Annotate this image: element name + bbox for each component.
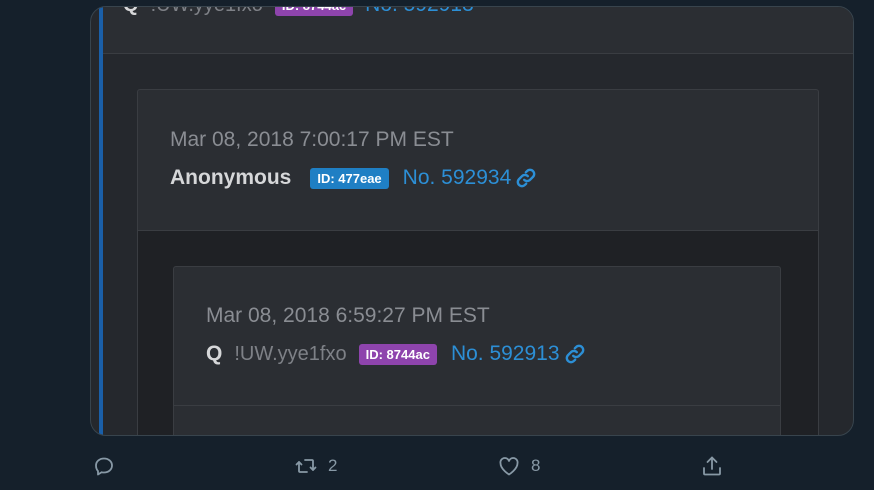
- post-header: Mar 08, 2018 7:00:17 PM EST Anonymous ID…: [138, 90, 818, 231]
- share-icon: [703, 456, 721, 476]
- retweet-button[interactable]: 2: [294, 454, 337, 478]
- post-number: No. 592913: [450, 342, 560, 365]
- like-count: 8: [531, 456, 541, 475]
- share-button[interactable]: [700, 454, 724, 478]
- post-number: No. 592913: [365, 7, 474, 17]
- post-number-link[interactable]: No. 592913: [451, 342, 586, 366]
- post-meta: Anonymous ID: 477eae No. 592934: [170, 166, 537, 190]
- id-badge: ID: 8744ac: [358, 343, 437, 365]
- author-name: Q: [123, 7, 139, 17]
- previous-post-strip: Q !UW.yye1fxo ID: 8744ac No. 592913: [103, 7, 853, 54]
- previous-post-meta: Q !UW.yye1fxo ID: 8744ac No. 592913: [123, 7, 474, 17]
- link-icon: [565, 344, 584, 364]
- tweet-actions: 2 8: [0, 450, 874, 484]
- embedded-card[interactable]: Q !UW.yye1fxo ID: 8744ac No. 592913 Mar …: [90, 6, 854, 436]
- post-number: No. 592934: [402, 166, 512, 189]
- card-accent-bar: [99, 7, 103, 435]
- id-badge: ID: 477eae: [310, 167, 389, 189]
- retweet-icon: [295, 459, 317, 473]
- post-number-link[interactable]: No. 592934: [403, 166, 538, 190]
- link-icon: [516, 168, 536, 188]
- like-button[interactable]: 8: [497, 454, 540, 478]
- post-date: Mar 08, 2018 7:00:17 PM EST: [170, 128, 454, 151]
- author-name: Q: [206, 342, 223, 365]
- author-name: Anonymous: [170, 166, 292, 189]
- id-badge: ID: 8744ac: [274, 7, 354, 16]
- post-body: Mar 08, 2018 6:59:27 PM EST Q !UW.yye1fx…: [138, 231, 818, 435]
- reply-icon: [95, 457, 113, 476]
- post-header: Mar 08, 2018 6:59:27 PM EST Q !UW.yye1fx…: [174, 267, 780, 406]
- like-icon: [499, 457, 519, 476]
- post-date: Mar 08, 2018 6:59:27 PM EST: [206, 304, 490, 327]
- post-anonymous: Mar 08, 2018 7:00:17 PM EST Anonymous ID…: [137, 89, 819, 435]
- post-meta: Q !UW.yye1fxo ID: 8744ac No. 592913: [206, 342, 586, 366]
- post-number-link[interactable]: No. 592913: [365, 7, 474, 17]
- reply-button[interactable]: [92, 454, 126, 478]
- tripcode: !UW.yye1fxo: [151, 7, 263, 17]
- post-q-quoted: Mar 08, 2018 6:59:27 PM EST Q !UW.yye1fx…: [173, 266, 781, 435]
- tripcode: !UW.yye1fxo: [234, 342, 347, 365]
- retweet-count: 2: [328, 456, 338, 475]
